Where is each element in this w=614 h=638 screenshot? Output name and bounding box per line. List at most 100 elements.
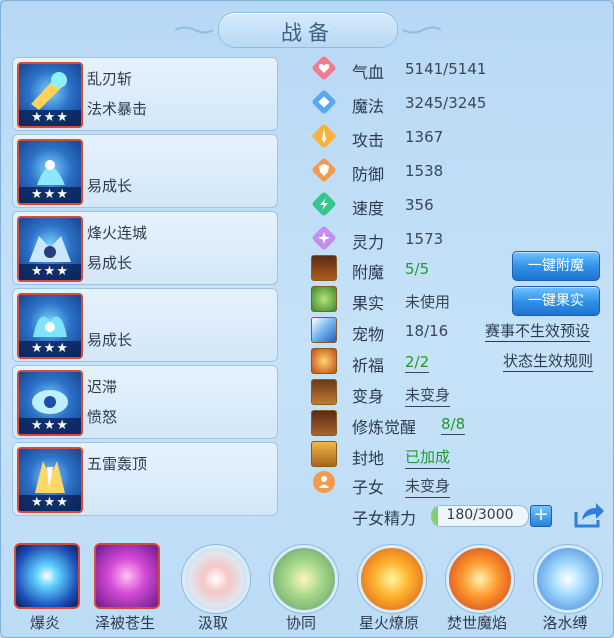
cultivation-label: 修炼觉醒 bbox=[352, 418, 417, 437]
spirit-icon bbox=[312, 226, 336, 250]
explosion-icon bbox=[14, 543, 80, 609]
demon-flame-icon bbox=[446, 545, 514, 613]
fruit-value: 未使用 bbox=[405, 293, 451, 311]
stat-label-mp: 魔法 bbox=[352, 97, 385, 116]
bottom-skill-label: 泽被苍生 bbox=[94, 614, 155, 632]
stat-label-hp: 气血 bbox=[352, 63, 385, 82]
water-bind-icon bbox=[534, 545, 602, 613]
bottom-skill-1[interactable] bbox=[12, 541, 82, 611]
skill-card-3[interactable]: ★★★ 烽火连城 易成长 bbox=[12, 211, 278, 285]
stat-label-speed: 速度 bbox=[352, 199, 385, 218]
child-label: 子女 bbox=[352, 478, 385, 497]
stat-value-defense: 1538 bbox=[405, 162, 444, 180]
skill-trait: 愤怒 bbox=[87, 408, 118, 426]
transform-label: 变身 bbox=[352, 387, 385, 406]
stat-label-attack: 攻击 bbox=[352, 131, 385, 150]
fief-value[interactable]: 已加成 bbox=[405, 446, 451, 469]
star-rating: ★★★ bbox=[19, 418, 81, 434]
fief-label: 封地 bbox=[352, 449, 385, 468]
star-rating: ★★★ bbox=[19, 495, 81, 511]
cultivation-value[interactable]: 8/8 bbox=[441, 415, 466, 435]
fief-icon bbox=[311, 441, 337, 467]
skill-icon: ★★★ bbox=[17, 62, 83, 128]
absorb-icon bbox=[182, 545, 250, 613]
skill-card-2[interactable]: ★★★ 易成长 bbox=[12, 134, 278, 208]
skill-trait: 易成长 bbox=[87, 254, 133, 272]
pet-value: 18/16 bbox=[405, 322, 449, 340]
preset-link[interactable]: 赛事不生效预设 bbox=[485, 320, 591, 342]
add-energy-button[interactable]: + bbox=[530, 505, 552, 527]
defense-icon bbox=[312, 158, 336, 182]
synergy-icon bbox=[270, 545, 338, 613]
bottom-skill-4[interactable] bbox=[268, 541, 338, 613]
transform-value[interactable]: 未变身 bbox=[405, 384, 451, 407]
attack-icon bbox=[312, 124, 336, 148]
bottom-skill-2[interactable] bbox=[92, 541, 162, 611]
skill-card-4[interactable]: ★★★ 易成长 bbox=[12, 288, 278, 362]
rules-link[interactable]: 状态生效规则 bbox=[503, 350, 594, 372]
stat-value-spirit: 1573 bbox=[405, 230, 444, 248]
auto-fruit-button[interactable]: 一键果实 bbox=[512, 286, 600, 316]
child-energy-value: 180/3000 bbox=[446, 507, 514, 523]
share-icon[interactable] bbox=[572, 500, 606, 530]
auto-enchant-button[interactable]: 一键附魔 bbox=[512, 251, 600, 281]
skill-icon: ★★★ bbox=[17, 139, 83, 205]
stat-value-attack: 1367 bbox=[405, 128, 444, 146]
bottom-skill-7[interactable] bbox=[532, 541, 602, 613]
star-rating: ★★★ bbox=[19, 341, 81, 357]
skill-name: 迟滞 bbox=[87, 378, 118, 396]
pet-label: 宠物 bbox=[352, 325, 385, 344]
skill-icon: ★★★ bbox=[17, 216, 83, 282]
fruit-icon bbox=[311, 286, 337, 312]
title-ornament-left-icon bbox=[175, 26, 213, 34]
skill-name: 烽火连城 bbox=[87, 224, 148, 242]
stat-value-mp: 3245/3245 bbox=[405, 94, 487, 112]
bottom-skill-label: 汲取 bbox=[197, 614, 228, 632]
stat-value-speed: 356 bbox=[405, 196, 434, 214]
child-icon bbox=[313, 471, 335, 493]
pet-icon bbox=[311, 317, 337, 343]
child-energy-bar: 180/3000 bbox=[431, 505, 529, 527]
bottom-skill-label: 爆炎 bbox=[29, 614, 60, 632]
bottom-skill-label: 协同 bbox=[285, 614, 316, 632]
mana-icon bbox=[312, 90, 336, 114]
heart-icon bbox=[312, 56, 336, 80]
enchant-icon bbox=[311, 255, 337, 281]
cultivation-icon bbox=[311, 410, 337, 436]
bottom-skill-5[interactable] bbox=[356, 541, 426, 613]
transform-icon bbox=[311, 379, 337, 405]
title-ornament-right-icon bbox=[403, 26, 441, 34]
skill-name: 乱刃斩 bbox=[87, 70, 133, 88]
stat-label-defense: 防御 bbox=[352, 165, 385, 184]
wildfire-icon bbox=[358, 545, 426, 613]
skill-trait: 法术暴击 bbox=[87, 100, 148, 118]
stat-value-hp: 5141/5141 bbox=[405, 60, 487, 78]
star-rating: ★★★ bbox=[19, 110, 81, 126]
skill-card-5[interactable]: ★★★ 迟滞 愤怒 bbox=[12, 365, 278, 439]
skill-name: 五雷轰顶 bbox=[87, 455, 148, 473]
speed-icon bbox=[312, 192, 336, 216]
star-rating: ★★★ bbox=[19, 264, 81, 280]
skill-card-1[interactable]: ★★★ 乱刃斩 法术暴击 bbox=[12, 57, 278, 131]
bottom-skill-label: 洛水缚 bbox=[542, 614, 588, 632]
blessing-hand-icon bbox=[94, 543, 160, 609]
skill-icon: ★★★ bbox=[17, 293, 83, 359]
enchant-value: 5/5 bbox=[405, 260, 430, 278]
child-energy-label: 子女精力 bbox=[352, 509, 417, 528]
skill-card-6[interactable]: ★★★ 五雷轰顶 bbox=[12, 442, 278, 516]
skill-trait: 易成长 bbox=[87, 177, 133, 195]
blessing-icon bbox=[311, 348, 337, 374]
skill-icon: ★★★ bbox=[17, 370, 83, 436]
blessing-label: 祈福 bbox=[352, 356, 385, 375]
bottom-skill-label: 星火燎原 bbox=[358, 614, 419, 632]
fruit-label: 果实 bbox=[352, 294, 385, 313]
child-value[interactable]: 未变身 bbox=[405, 475, 451, 498]
bottom-skill-3[interactable] bbox=[180, 541, 250, 613]
enchant-label: 附魔 bbox=[352, 263, 385, 282]
star-rating: ★★★ bbox=[19, 187, 81, 203]
skill-icon: ★★★ bbox=[17, 447, 83, 513]
bottom-skill-6[interactable] bbox=[444, 541, 514, 613]
stat-label-spirit: 灵力 bbox=[352, 233, 385, 252]
blessing-value[interactable]: 2/2 bbox=[405, 353, 430, 373]
skill-trait: 易成长 bbox=[87, 331, 133, 349]
